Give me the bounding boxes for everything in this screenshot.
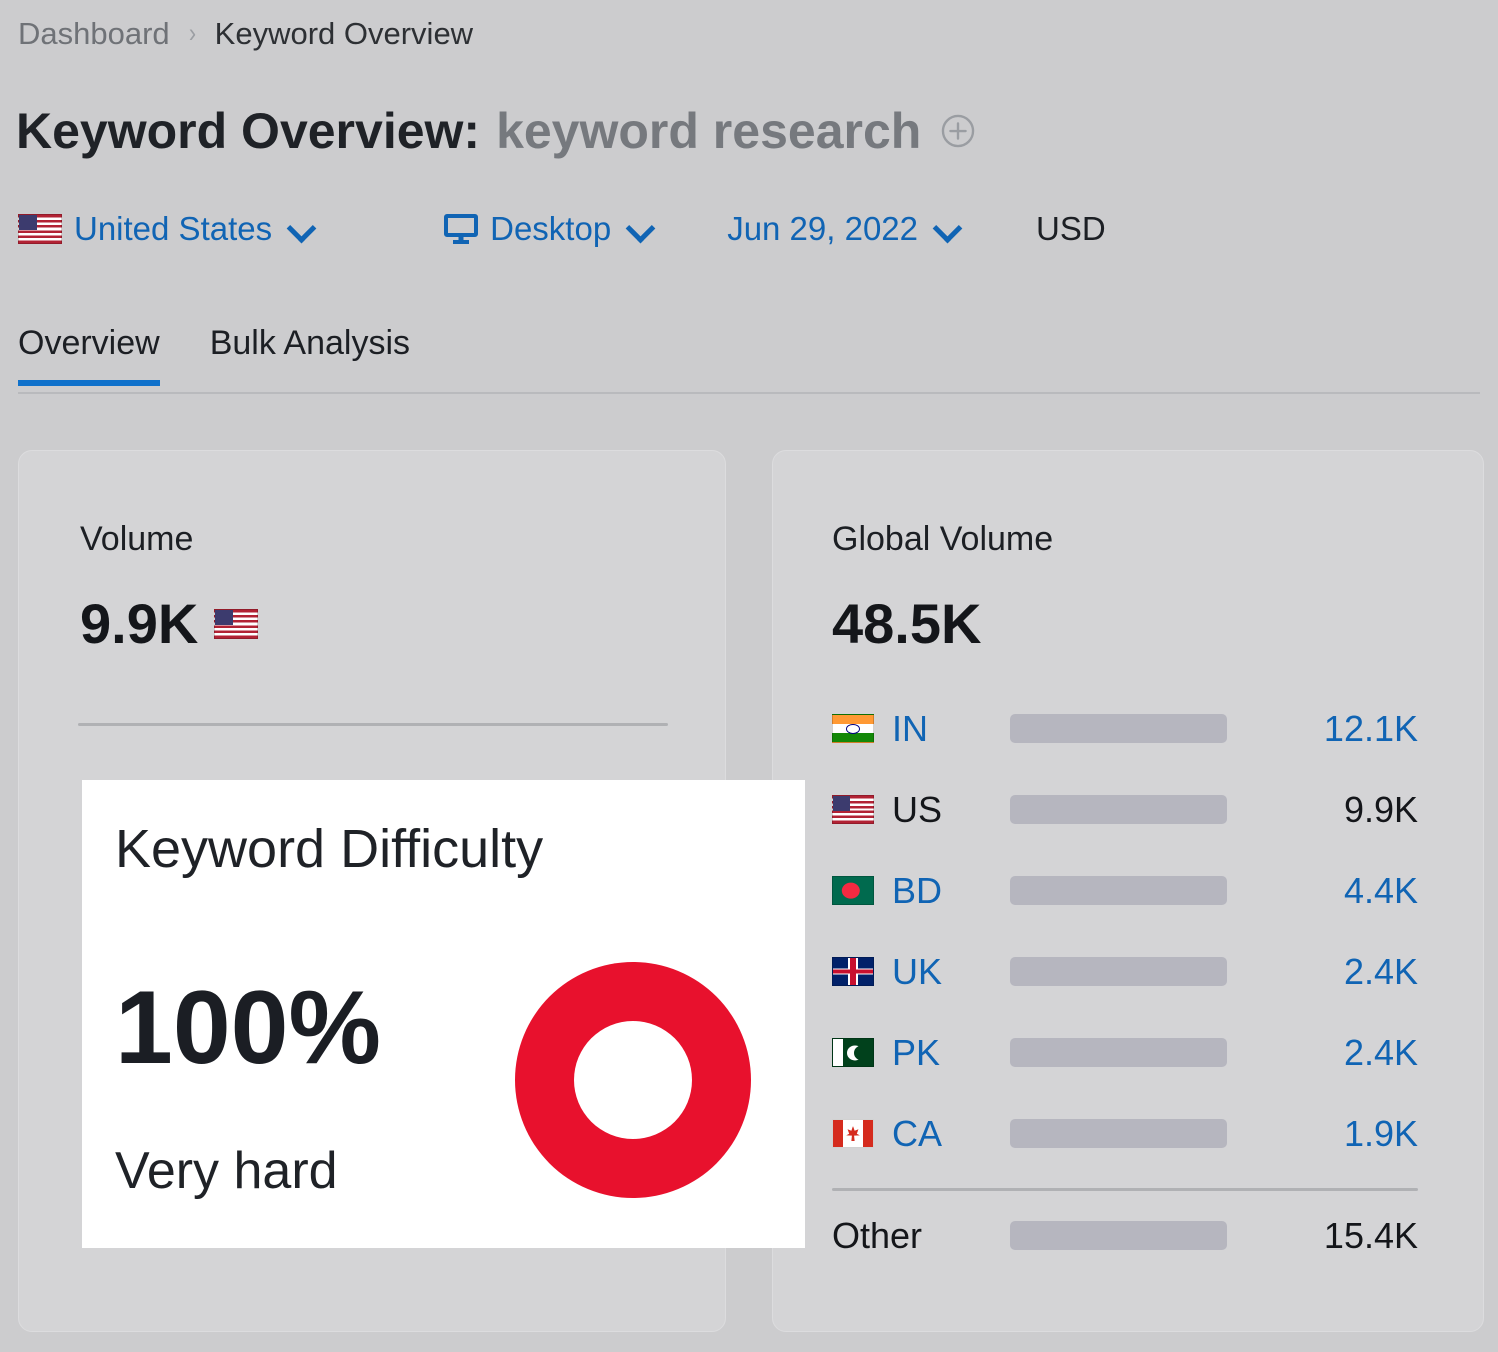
currency-filter[interactable]: USD [1036,212,1106,245]
country-code: CA [892,1112,943,1154]
country-volume-value: 2.4K [1343,950,1418,992]
ca-flag-icon [832,1119,874,1148]
date-filter-label: Jun 29, 2022 [727,210,919,247]
country-row-us[interactable]: US 9.9K [832,787,1418,832]
country-code: IN [892,707,928,749]
keyword-difficulty-title: Keyword Difficulty [115,819,544,879]
keyword-difficulty-overlay: Keyword Difficulty 100% Very hard [82,780,805,1248]
country-row-other[interactable]: Other 15.4K [832,1213,1418,1258]
chevron-down-icon[interactable] [288,216,314,242]
country-bar-track [1010,957,1227,986]
country-code: US [892,788,943,830]
us-flag-icon [214,609,259,639]
us-flag-icon [832,795,874,824]
filter-bar: United States Desktop Jun 29, 2022 USD [18,212,1106,245]
pk-flag-icon [832,1038,874,1067]
tab-bar: Overview Bulk Analysis [0,326,1498,386]
chevron-down-icon[interactable] [934,216,960,242]
volume-card-label: Volume [80,520,194,558]
tab-bulk-analysis[interactable]: Bulk Analysis [210,326,410,386]
tab-overview[interactable]: Overview [18,326,160,386]
country-volume-value: 9.9K [1343,788,1418,830]
country-bar-track [1010,1119,1227,1148]
country-volume-value: 4.4K [1343,869,1418,911]
other-row-value: 15.4K [1323,1214,1418,1256]
page-title: Keyword Overview: keyword research [16,106,977,156]
tab-bulk-analysis-label: Bulk Analysis [209,324,411,362]
tab-overview-label: Overview [18,324,160,362]
keyword-difficulty-percent: 100% [115,970,381,1086]
country-bar-track [1010,1038,1227,1067]
device-filter-label: Desktop [490,210,612,247]
volume-card-value-group: 9.9K [80,592,259,655]
country-volume-value: 1.9K [1343,1112,1418,1154]
other-row-bar-track [1010,1221,1227,1250]
global-volume-card-value: 48.5K [832,592,982,655]
other-row-divider [832,1188,1418,1191]
country-row-pk[interactable]: PK 2.4K [832,1030,1418,1075]
country-volume-value: 2.4K [1343,1031,1418,1073]
country-row-in[interactable]: IN 12.1K [832,706,1418,751]
volume-card-divider [78,723,668,726]
us-flag-icon [18,213,62,244]
keyword-difficulty-ring-gauge [515,962,751,1198]
country-code: PK [892,1031,941,1073]
country-row-bd[interactable]: BD 4.4K [832,868,1418,913]
tab-bar-divider [18,392,1480,394]
country-bar-track [1010,714,1227,743]
breadcrumb: Dashboard › Keyword Overview [18,18,473,49]
country-row-uk[interactable]: UK 2.4K [832,949,1418,994]
breadcrumb-current: Keyword Overview [214,16,474,51]
other-row-label: Other [832,1214,923,1256]
country-code: BD [892,869,943,911]
country-volume-list: IN 12.1K US 9.9K BD 4.4K UK 2.4K PK 2.4K CA 1.9K [832,706,1418,1192]
country-code: UK [892,950,943,992]
date-filter[interactable]: Jun 29, 2022 [727,212,960,245]
chevron-down-icon[interactable] [627,216,653,242]
country-bar-track [1010,876,1227,905]
volume-card-value: 9.9K [80,592,199,655]
page-title-keyword: keyword research [496,103,922,159]
country-row-ca[interactable]: CA 1.9K [832,1111,1418,1156]
in-flag-icon [832,714,874,743]
bd-flag-icon [832,876,874,905]
keyword-difficulty-verdict: Very hard [115,1142,338,1200]
breadcrumb-separator-icon: › [188,18,196,48]
page-title-prefix: Keyword Overview: [16,103,481,159]
plus-circle-icon[interactable] [939,112,977,150]
currency-filter-label: USD [1036,210,1106,247]
global-volume-card-label: Global Volume [832,520,1054,558]
uk-flag-icon [832,957,874,986]
breadcrumb-link-dashboard[interactable]: Dashboard [18,18,170,49]
country-bar-track [1010,795,1227,824]
country-volume-value: 12.1K [1323,707,1418,749]
country-filter-label: United States [74,210,273,247]
monitor-icon [444,213,479,244]
device-filter[interactable]: Desktop [444,212,653,245]
country-filter[interactable]: United States [18,212,314,245]
